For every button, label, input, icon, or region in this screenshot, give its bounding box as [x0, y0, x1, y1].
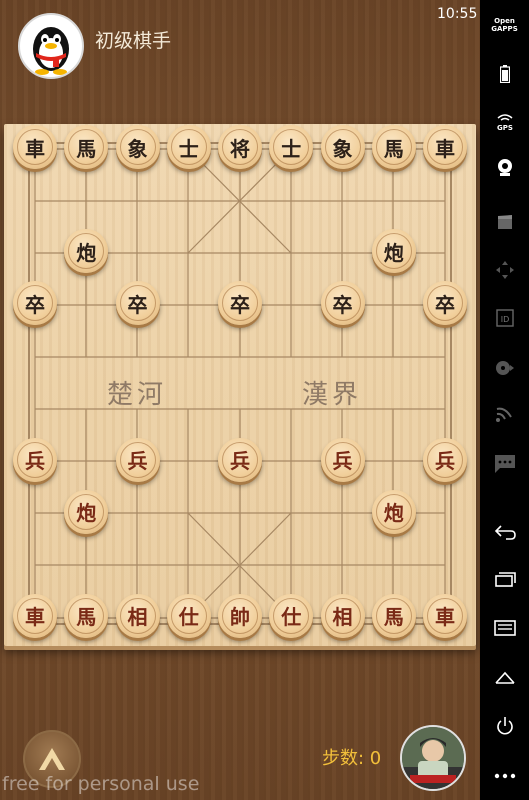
- status-time: 10:55: [437, 6, 478, 22]
- piece-label: 帥: [230, 605, 250, 630]
- black-piece[interactable]: 卒: [115, 281, 160, 326]
- red-piece[interactable]: 相: [320, 593, 365, 638]
- battery-icon[interactable]: [480, 62, 529, 86]
- black-piece[interactable]: 卒: [13, 281, 57, 326]
- red-piece[interactable]: 兵: [423, 437, 467, 482]
- message-icon[interactable]: [480, 452, 529, 476]
- piece-label: 卒: [435, 292, 455, 317]
- more-icon[interactable]: [480, 764, 529, 788]
- black-piece[interactable]: 将: [218, 125, 262, 169]
- svg-text:ID: ID: [500, 315, 509, 324]
- black-piece[interactable]: 馬: [371, 125, 416, 169]
- piece-label: 卒: [230, 292, 250, 317]
- black-piece[interactable]: 馬: [64, 125, 109, 169]
- piece-label: 馬: [76, 136, 97, 161]
- piece-label: 兵: [127, 449, 148, 474]
- red-piece[interactable]: 兵: [13, 437, 57, 482]
- piece-label: 兵: [332, 449, 353, 474]
- piece-label: 車: [435, 136, 455, 161]
- black-piece[interactable]: 車: [13, 125, 57, 169]
- piece-label: 卒: [332, 292, 353, 317]
- red-piece[interactable]: 兵: [115, 437, 160, 482]
- red-piece[interactable]: 炮: [64, 489, 109, 534]
- piece-label: 車: [435, 605, 455, 630]
- opengapps-icon[interactable]: Open GAPPS: [480, 14, 529, 36]
- black-piece[interactable]: 卒: [320, 281, 365, 326]
- triangle-logo-icon: [39, 748, 65, 770]
- watermark-text: free for personal use: [2, 773, 200, 795]
- piece-label: 炮: [76, 240, 97, 265]
- piece-label: 炮: [76, 501, 97, 526]
- svg-text:GPS: GPS: [497, 124, 513, 132]
- system-sidebar: Open GAPPS GPS ID: [480, 0, 529, 800]
- piece-label: 兵: [25, 449, 45, 474]
- webcam-icon[interactable]: [480, 156, 529, 180]
- penguin-avatar-icon: [33, 27, 69, 75]
- red-piece[interactable]: 炮: [371, 489, 416, 534]
- piece-label: 相: [127, 605, 148, 630]
- player-level-title: 初级棋手: [95, 30, 172, 52]
- black-piece[interactable]: 炮: [371, 229, 416, 274]
- piece-label: 炮: [383, 240, 404, 265]
- red-piece[interactable]: 車: [423, 593, 467, 638]
- power-icon[interactable]: [480, 714, 529, 738]
- piece-label: 馬: [76, 605, 97, 630]
- river-label-chu: 楚河: [107, 380, 168, 410]
- piece-label: 象: [127, 136, 148, 161]
- recent-apps-icon[interactable]: [480, 568, 529, 592]
- red-piece[interactable]: 馬: [371, 593, 416, 638]
- piece-label: 仕: [178, 605, 199, 630]
- piece-label: 象: [332, 136, 353, 161]
- red-piece[interactable]: 兵: [218, 437, 262, 482]
- piece-label: 兵: [230, 449, 250, 474]
- back-icon[interactable]: [480, 520, 529, 544]
- dpad-icon[interactable]: [480, 258, 529, 282]
- piece-label: 卒: [25, 292, 45, 317]
- piece-label: 兵: [435, 449, 455, 474]
- red-piece[interactable]: 馬: [64, 593, 109, 638]
- clapper-icon[interactable]: [480, 210, 529, 234]
- red-piece[interactable]: 仕: [269, 593, 314, 638]
- piece-label: 車: [25, 136, 45, 161]
- cast-icon[interactable]: [480, 402, 529, 426]
- piece-label: 相: [332, 605, 353, 630]
- red-piece[interactable]: 相: [115, 593, 160, 638]
- black-piece[interactable]: 象: [320, 125, 365, 169]
- piece-label: 卒: [127, 292, 148, 317]
- board-grid: [28, 142, 452, 625]
- black-piece[interactable]: 車: [423, 125, 467, 169]
- river-label-han: 漢界: [302, 380, 363, 410]
- black-piece[interactable]: 象: [115, 125, 160, 169]
- black-piece[interactable]: 士: [166, 125, 211, 169]
- piece-label: 士: [281, 136, 302, 161]
- piece-label: 馬: [383, 605, 404, 630]
- player-avatar[interactable]: [400, 725, 466, 791]
- chess-board[interactable]: 楚河 漢界 車馬象士将士象馬車炮炮卒卒卒卒卒兵兵兵兵兵炮炮車馬相仕帥仕相馬車: [4, 124, 476, 646]
- black-piece[interactable]: 卒: [218, 281, 262, 326]
- black-piece[interactable]: 士: [269, 125, 314, 169]
- disc-icon[interactable]: [480, 356, 529, 380]
- opponent-avatar[interactable]: [18, 13, 84, 79]
- red-piece[interactable]: 仕: [166, 593, 211, 638]
- black-piece[interactable]: 卒: [423, 281, 467, 326]
- user-photo-icon: [402, 727, 464, 789]
- red-piece[interactable]: 兵: [320, 437, 365, 482]
- piece-label: 仕: [281, 605, 302, 630]
- menu-icon[interactable]: [480, 616, 529, 640]
- gps-icon[interactable]: GPS: [480, 110, 529, 134]
- red-piece[interactable]: 帥: [218, 593, 262, 638]
- piece-label: 炮: [383, 501, 404, 526]
- id-icon[interactable]: ID: [480, 306, 529, 330]
- red-piece[interactable]: 車: [13, 593, 57, 638]
- piece-label: 将: [230, 136, 250, 161]
- piece-label: 車: [25, 605, 45, 630]
- piece-label: 馬: [383, 136, 404, 161]
- piece-label: 士: [178, 136, 199, 161]
- step-counter: 步数: 0: [322, 748, 382, 769]
- home-icon[interactable]: [480, 666, 529, 690]
